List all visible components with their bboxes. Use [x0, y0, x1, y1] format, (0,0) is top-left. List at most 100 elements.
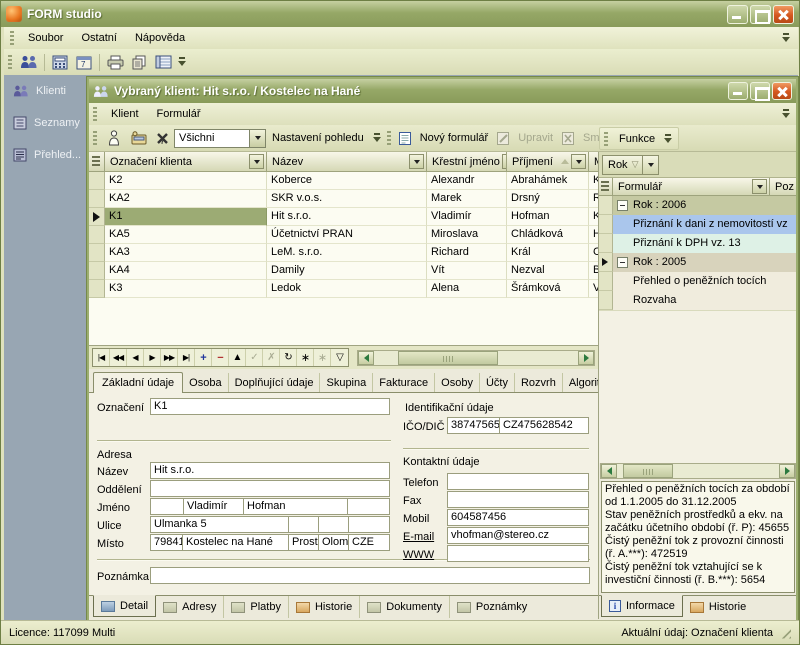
person-toolbar-button[interactable]: [102, 128, 126, 149]
table-row[interactable]: K3 Ledok Alena Šrámková Vyšk: [89, 280, 598, 298]
cell-prijmeni[interactable]: Drsný: [507, 190, 589, 208]
scroll-right-icon[interactable]: [779, 464, 795, 478]
cell-jmeno[interactable]: Miroslava: [427, 226, 507, 244]
ulice-field[interactable]: Ulmanka 5: [150, 516, 289, 533]
email-field[interactable]: vhofman@stereo.cz: [447, 527, 589, 544]
ulice-cislo-field[interactable]: [288, 516, 319, 533]
functions-overflow-icon[interactable]: [664, 133, 673, 145]
mobil-field[interactable]: 604587456: [447, 509, 589, 526]
cell-prijmeni[interactable]: Hofman: [507, 208, 589, 226]
menu-klient[interactable]: Klient: [102, 105, 148, 123]
column-header-poznamka[interactable]: Poz: [770, 178, 796, 196]
form-item-row-selected[interactable]: Přiznání k dani z nemovitostí vz: [599, 215, 796, 234]
cell-nazev[interactable]: Hit s.r.o.: [267, 208, 427, 226]
tab-osoby[interactable]: Osoby: [435, 373, 480, 392]
cell-oznaceni[interactable]: K3: [105, 280, 267, 298]
collapse-icon[interactable]: [617, 257, 628, 268]
table-row[interactable]: KA5 Účetnictví PRAN Miroslava Chládková …: [89, 226, 598, 244]
tab-fakturace[interactable]: Fakturace: [373, 373, 435, 392]
cell-misto[interactable]: Cheb: [589, 244, 598, 262]
column-filter-icon[interactable]: [571, 154, 586, 169]
client-close-button[interactable]: [772, 82, 792, 100]
prijmeni-field[interactable]: Hofman: [243, 498, 348, 515]
okres-field[interactable]: Prost: [288, 534, 319, 551]
collapse-icon[interactable]: [617, 200, 628, 211]
cell-oznaceni[interactable]: K1: [105, 208, 267, 226]
sidebar-item-seznamy[interactable]: Seznamy: [4, 107, 87, 139]
tab-platby[interactable]: Platby: [224, 596, 289, 618]
menu-napoveda[interactable]: Nápověda: [126, 29, 194, 47]
cell-nazev[interactable]: SKR v.o.s.: [267, 190, 427, 208]
nav-goto-bookmark-button[interactable]: ∗: [314, 349, 331, 366]
poznamka-field[interactable]: [150, 567, 590, 584]
oznaceni-field[interactable]: K1: [150, 398, 390, 415]
www-link-label[interactable]: WWW: [403, 549, 434, 561]
tab-historie[interactable]: Historie: [289, 596, 360, 618]
ico-field[interactable]: 38747565: [447, 417, 500, 434]
clients-toolbar-button[interactable]: [17, 52, 41, 73]
menu-formular[interactable]: Formulář: [148, 105, 210, 123]
cell-prijmeni[interactable]: Král: [507, 244, 589, 262]
new-form-button[interactable]: Nový formulář: [414, 129, 494, 147]
column-header-oznaceni[interactable]: Označení klienta: [105, 152, 267, 172]
stat-field[interactable]: CZE: [348, 534, 390, 551]
ulice-cislo2-field[interactable]: [318, 516, 349, 533]
cell-oznaceni[interactable]: KA3: [105, 244, 267, 262]
nav-post-button[interactable]: ✓: [246, 349, 263, 366]
nav-filter-button[interactable]: ▽: [331, 349, 348, 366]
form-item-row[interactable]: Rozvaha: [599, 291, 796, 310]
titul-field[interactable]: [150, 498, 184, 515]
column-header-prijmeni[interactable]: Příjmení: [507, 152, 589, 172]
cell-nazev[interactable]: Účetnictví PRAN: [267, 226, 427, 244]
calculator-toolbar-button[interactable]: [48, 52, 72, 73]
nav-first-button[interactable]: |◀: [93, 349, 110, 366]
cell-jmeno[interactable]: Vít: [427, 262, 507, 280]
cell-misto[interactable]: Karv: [589, 172, 598, 190]
oddeleni-field[interactable]: [150, 480, 390, 497]
nazev-field[interactable]: Hit s.r.o.: [150, 462, 390, 479]
tab-zakladni-udaje[interactable]: Základní údaje: [93, 372, 183, 393]
cell-jmeno[interactable]: Marek: [427, 190, 507, 208]
nav-prior-page-button[interactable]: ◀◀: [110, 349, 127, 366]
cell-prijmeni[interactable]: Nezval: [507, 262, 589, 280]
cell-prijmeni[interactable]: Abrahámek: [507, 172, 589, 190]
psc-field[interactable]: 79841: [150, 534, 183, 551]
delete-client-toolbar-button[interactable]: [150, 128, 174, 149]
www-field[interactable]: [447, 545, 589, 562]
maximize-button[interactable]: [750, 5, 771, 24]
cell-jmeno[interactable]: Alexandr: [427, 172, 507, 190]
column-header-nazev[interactable]: Název: [267, 152, 427, 172]
functions-button[interactable]: Funkce: [613, 130, 661, 148]
tab-dokumenty[interactable]: Dokumenty: [360, 596, 450, 618]
sidebar-item-prehled[interactable]: Přehled...: [4, 139, 87, 171]
scroll-right-icon[interactable]: [578, 351, 594, 365]
toolbar-overflow-icon[interactable]: [178, 56, 187, 68]
scroll-left-icon[interactable]: [601, 464, 617, 478]
cell-nazev[interactable]: Koberce: [267, 172, 427, 190]
tab-ucty[interactable]: Účty: [480, 373, 515, 392]
menubar-overflow-icon[interactable]: [782, 32, 791, 44]
column-header-formular[interactable]: Formulář: [613, 178, 770, 196]
nav-edit-button[interactable]: ▲: [229, 349, 246, 366]
cell-jmeno[interactable]: Alena: [427, 280, 507, 298]
cell-oznaceni[interactable]: KA5: [105, 226, 267, 244]
client-minimize-button[interactable]: [728, 82, 748, 100]
fax-field[interactable]: [447, 491, 589, 508]
tab-doplnujici-udaje[interactable]: Doplňující údaje: [229, 373, 321, 392]
nav-next-page-button[interactable]: ▶▶: [161, 349, 178, 366]
menu-soubor[interactable]: Soubor: [19, 29, 72, 47]
cell-nazev[interactable]: LeM. s.r.o.: [267, 244, 427, 262]
cell-oznaceni[interactable]: KA4: [105, 262, 267, 280]
rok-group-button[interactable]: Rok ▽: [602, 155, 659, 175]
table-row[interactable]: KA3 LeM. s.r.o. Richard Král Cheb: [89, 244, 598, 262]
filter-combobox[interactable]: Všichni: [174, 129, 266, 148]
tab-poznamky[interactable]: Poznámky: [450, 596, 534, 618]
chevron-down-icon[interactable]: [642, 156, 658, 174]
toolbar-grip[interactable]: [8, 55, 12, 69]
close-button[interactable]: [773, 5, 794, 24]
cell-oznaceni[interactable]: K2: [105, 172, 267, 190]
table-row[interactable]: KA2 SKR v.o.s. Marek Drsný Rudn: [89, 190, 598, 208]
telefon-field[interactable]: [447, 473, 589, 490]
email-link-label[interactable]: E-mail: [403, 531, 434, 543]
tab-adresy[interactable]: Adresy: [156, 596, 224, 618]
